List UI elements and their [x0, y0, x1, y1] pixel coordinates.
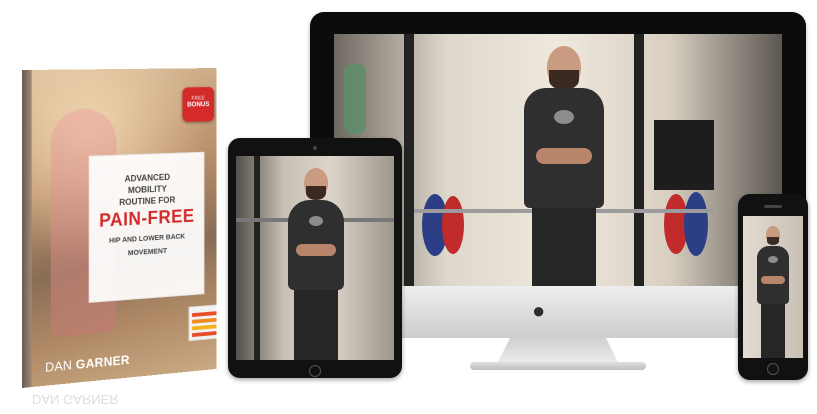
book-subtitle-line2: MOVEMENT: [127, 246, 167, 258]
trainer-arms: [761, 276, 785, 284]
trainer-pants: [294, 290, 338, 360]
gym-rack-post: [254, 156, 260, 360]
phone-video-screen: [743, 216, 803, 358]
reflection-first-name: DAN: [32, 392, 60, 407]
shirt-logo: [309, 216, 323, 226]
book-author: DAN GARNER: [45, 352, 130, 375]
tablet-video-screen: [236, 156, 394, 360]
trainer-beard: [549, 70, 579, 90]
book-title-panel: ADVANCED MOBILITY ROUTINE FOR PAIN-FREE …: [88, 151, 205, 303]
bonus-badge-label: BONUS: [187, 101, 210, 109]
weight-plate-blue: [684, 192, 708, 256]
author-last-name: GARNER: [75, 352, 130, 372]
weight-plate-red: [442, 196, 464, 254]
ebook-cover: FREE BONUS ADVANCED MOBILITY ROUTINE FOR…: [22, 68, 217, 389]
imac-stand-neck: [498, 338, 618, 362]
publisher-logo: [188, 304, 217, 342]
imac-stand-foot: [470, 362, 646, 370]
trainer-shirt: [757, 246, 789, 304]
trainer-pants: [761, 304, 785, 358]
phone-device: [738, 194, 808, 380]
trainer-figure: [751, 224, 795, 358]
trainer-beard: [767, 237, 779, 245]
tablet-home-button: [309, 365, 321, 377]
trainer-beard: [306, 186, 326, 200]
book-title-highlight: PAIN-FREE: [99, 206, 195, 232]
trainer-figure: [504, 40, 624, 286]
trainer-arms: [536, 148, 592, 164]
water-bottle: [344, 64, 366, 134]
gym-bench: [654, 120, 714, 190]
bonus-badge: FREE BONUS: [182, 87, 215, 122]
book-spine: [22, 69, 32, 389]
tablet-device: [228, 138, 402, 378]
book-reflection: DAN GARNER: [32, 392, 119, 407]
gym-rack-post: [634, 34, 644, 286]
phone-home-button: [767, 363, 779, 375]
tablet-camera: [313, 146, 317, 150]
apple-logo-icon: ●: [532, 298, 546, 323]
phone-speaker: [764, 205, 782, 208]
reflection-last-name: GARNER: [63, 392, 119, 407]
trainer-figure: [276, 164, 356, 360]
shirt-logo: [768, 256, 778, 263]
author-first-name: DAN: [45, 357, 73, 375]
trainer-pants: [532, 208, 596, 286]
book-cover-art: FREE BONUS ADVANCED MOBILITY ROUTINE FOR…: [31, 68, 217, 388]
shirt-logo: [554, 110, 574, 124]
gym-rack-post: [404, 34, 414, 286]
trainer-arms: [296, 244, 336, 256]
